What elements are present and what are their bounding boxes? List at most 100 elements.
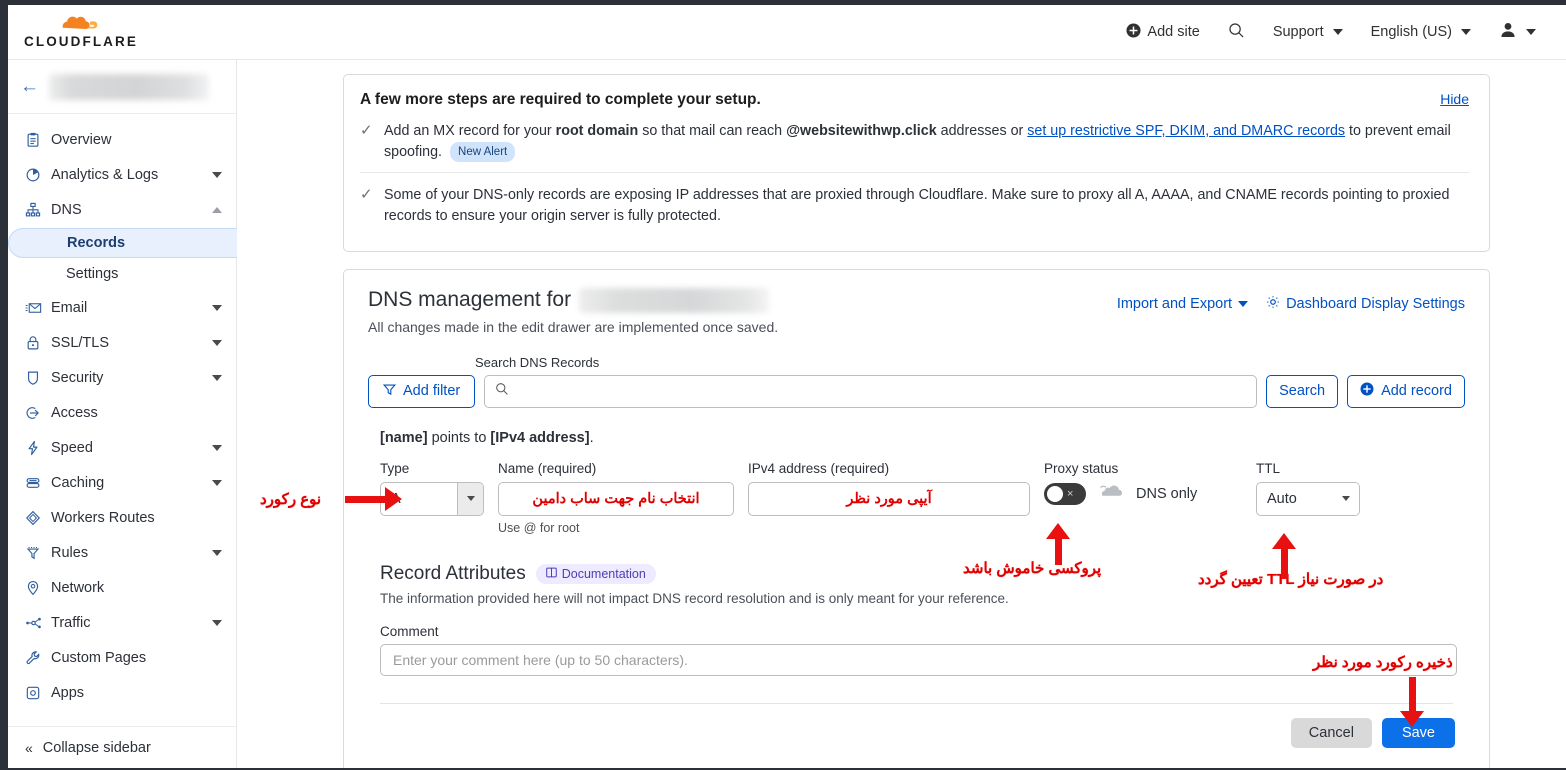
sidebar-item-network[interactable]: Network [8, 570, 236, 605]
ttl-field-group: TTL Auto [1256, 461, 1360, 516]
sidebar-item-analytics-logs[interactable]: Analytics & Logs [8, 157, 236, 192]
dashboard-display-settings-button[interactable]: Dashboard Display Settings [1266, 295, 1465, 313]
alert-title: A few more steps are required to complet… [360, 91, 761, 108]
comment-input[interactable] [391, 650, 1446, 669]
alert-item-mx-record: ✓ Add an MX record for your root domain … [360, 109, 1469, 172]
ipv4-value: آیپی مورد نظر [846, 490, 932, 507]
sidebar: ← Overview Analytics & Logs DNS Records … [8, 60, 237, 768]
type-label: Type [380, 460, 410, 476]
proxy-toggle[interactable]: × [1044, 482, 1086, 505]
sidebar-item-security[interactable]: Security [8, 360, 236, 395]
sidebar-item-label: Custom Pages [51, 649, 147, 666]
sidebar-item-email[interactable]: Email [8, 290, 236, 325]
hint-ipv4-token: [IPv4 address] [490, 429, 590, 446]
hide-alert-link[interactable]: Hide [1440, 91, 1469, 107]
envelope-icon [25, 300, 51, 316]
chevron-down-icon[interactable] [212, 171, 222, 178]
ipv4-input[interactable]: آیپی مورد نظر [748, 481, 1030, 516]
sidebar-item-workers-routes[interactable]: Workers Routes [8, 500, 236, 535]
dns-management-card: DNS management for All changes made in t… [343, 268, 1490, 768]
ttl-select[interactable]: Auto [1256, 481, 1360, 516]
sidebar-item-rules[interactable]: Rules [8, 535, 236, 570]
top-nav-actions: Add site Support English (US) [1112, 15, 1566, 49]
proxy-status-group: Proxy status × DNS only [1044, 461, 1242, 506]
sidebar-item-label: Caching [51, 474, 105, 491]
cloudflare-dns-page: CLOUDFLARE Add site Support English (US) [0, 0, 1566, 770]
traffic-nodes-icon [25, 615, 51, 631]
chevron-down-icon [457, 482, 483, 515]
annotation-arrow-to-type [345, 487, 402, 511]
chevron-up-icon[interactable] [212, 206, 222, 213]
add-site-label: Add site [1147, 24, 1200, 40]
sidebar-nav-list: Overview Analytics & Logs DNS Records Se… [8, 114, 237, 710]
documentation-badge[interactable]: Documentation [535, 563, 656, 584]
proxy-status-row: × DNS only [1044, 482, 1242, 506]
sidebar-item-apps[interactable]: Apps [8, 675, 236, 710]
sidebar-item-traffic[interactable]: Traffic [8, 605, 236, 640]
page-title: DNS management for [368, 288, 572, 312]
sidebar-item-speed[interactable]: Speed [8, 430, 236, 465]
search-icon [1228, 22, 1245, 43]
sidebar-item-custom-pages[interactable]: Custom Pages [8, 640, 236, 675]
global-search-button[interactable] [1214, 16, 1259, 49]
collapse-sidebar-label: Collapse sidebar [42, 739, 151, 756]
chevron-down-icon [1238, 300, 1249, 307]
name-value: انتخاب نام جهت ساب دامین [532, 490, 700, 507]
workers-icon [25, 510, 51, 526]
import-and-export-menu[interactable]: Import and Export [1116, 295, 1249, 312]
database-icon [25, 475, 51, 491]
sidebar-item-overview[interactable]: Overview [8, 122, 236, 157]
language-label: English (US) [1370, 24, 1452, 40]
name-input[interactable]: انتخاب نام جهت ساب دامین [498, 481, 734, 516]
cloudflare-wordmark: CLOUDFLARE [24, 34, 138, 49]
cloudflare-logo[interactable]: CLOUDFLARE [24, 12, 136, 52]
comment-input-wrap[interactable] [380, 643, 1457, 676]
alert-item-text: Some of your DNS-only records are exposi… [384, 187, 1450, 225]
sidebar-subitem-label: Settings [66, 266, 119, 282]
sidebar-item-access[interactable]: Access [8, 395, 236, 430]
collapse-sidebar-button[interactable]: « Collapse sidebar [8, 726, 236, 768]
cancel-button[interactable]: Cancel [1290, 717, 1372, 748]
back-arrow-icon[interactable]: ← [20, 77, 39, 96]
chevron-down-icon[interactable] [212, 619, 222, 626]
annotation-save-record-text: ذخیره رکورد مورد نظر [1313, 654, 1453, 671]
sidebar-subitem-label: Records [67, 235, 126, 251]
search-button[interactable]: Search [1266, 374, 1339, 408]
sidebar-item-records[interactable]: Records [8, 228, 237, 258]
chevron-down-icon[interactable] [212, 444, 222, 451]
search-icon [495, 382, 509, 401]
chevron-down-icon[interactable] [212, 374, 222, 381]
plus-circle-icon [1126, 22, 1141, 42]
search-dns-records-input-wrap[interactable] [484, 374, 1258, 408]
search-button-label: Search [1279, 383, 1326, 400]
hint-mid: points to [427, 429, 491, 446]
sidebar-item-label: Rules [51, 544, 89, 561]
support-menu[interactable]: Support [1259, 18, 1357, 46]
spf-dkim-dmarc-link[interactable]: set up restrictive SPF, DKIM, and DMARC … [1027, 123, 1345, 139]
setup-steps-alert-card: A few more steps are required to complet… [343, 74, 1490, 252]
language-menu[interactable]: English (US) [1357, 18, 1485, 46]
sidebar-item-ssl-tls[interactable]: SSL/TLS [8, 325, 236, 360]
alert-title-row: A few more steps are required to complet… [360, 91, 1469, 109]
record-summary-hint: [name] points to [IPv4 address]. [380, 430, 1465, 446]
add-site-button[interactable]: Add site [1112, 17, 1213, 48]
annotation-record-type-text: نوع رکورد [260, 491, 322, 508]
dashboard-display-settings-label: Dashboard Display Settings [1286, 295, 1465, 312]
chevron-down-icon[interactable] [212, 304, 222, 311]
add-filter-button[interactable]: Add filter [368, 374, 476, 408]
chevron-down-icon[interactable] [212, 549, 222, 556]
search-input[interactable] [517, 382, 1247, 401]
sidebar-item-dns-settings[interactable]: Settings [8, 259, 236, 289]
account-menu[interactable] [1485, 15, 1550, 49]
chevron-down-icon[interactable] [212, 479, 222, 486]
access-arrow-icon [25, 405, 51, 421]
chevron-down-icon[interactable] [212, 339, 222, 346]
toggle-knob [1047, 485, 1063, 502]
import-export-label: Import and Export [1116, 295, 1233, 312]
ipv4-label: IPv4 address (required) [748, 460, 890, 476]
add-record-button[interactable]: Add record [1347, 374, 1465, 408]
dns-management-subtitle: All changes made in the edit drawer are … [368, 318, 779, 335]
sidebar-item-caching[interactable]: Caching [8, 465, 236, 500]
alert-item-text: Add an MX record for your root domain so… [384, 121, 1469, 163]
sidebar-item-dns[interactable]: DNS [8, 192, 236, 227]
